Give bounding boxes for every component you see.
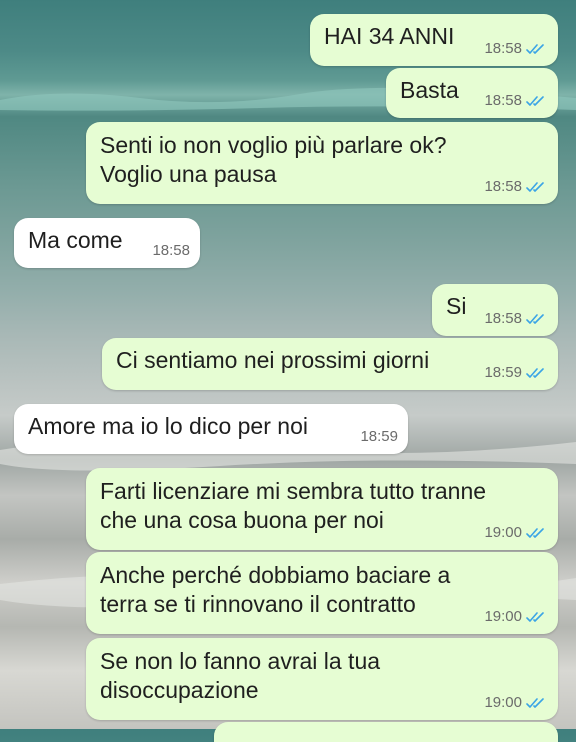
message-bubble-outgoing[interactable]: Se non lo fanno avrai la tua disoccupazi… <box>86 638 558 720</box>
message-bubble-outgoing-partial[interactable] <box>214 722 558 742</box>
message-meta: 19:00 <box>484 525 548 541</box>
message-text: Se non lo fanno avrai la tua disoccupazi… <box>100 647 380 705</box>
message-line: terra se ti rinnovano il contratto <box>100 591 416 617</box>
message-text: Basta <box>400 77 459 103</box>
message-time: 18:58 <box>484 310 522 327</box>
message-text: Amore ma io lo dico per noi <box>28 413 308 439</box>
read-ticks-icon <box>526 182 544 192</box>
message-bubble-incoming[interactable]: Amore ma io lo dico per noi 18:59 <box>14 404 408 454</box>
message-text: Anche perché dobbiamo baciare a terra se… <box>100 561 450 619</box>
message-text: Si <box>446 293 467 319</box>
message-meta: 18:59 <box>360 429 398 445</box>
message-bubble-outgoing[interactable]: HAI 34 ANNI 18:58 <box>310 14 558 66</box>
message-time: 18:59 <box>484 364 522 381</box>
message-meta: 19:00 <box>484 609 548 625</box>
message-time: 19:00 <box>484 608 522 625</box>
message-line: Voglio una pausa <box>100 161 277 187</box>
message-line: Anche perché dobbiamo baciare a <box>100 562 451 588</box>
message-meta: 19:00 <box>484 695 548 711</box>
message-bubble-outgoing[interactable]: Ci sentiamo nei prossimi giorni 18:59 <box>102 338 558 390</box>
message-text: Senti io non voglio più parlare ok? Vogl… <box>100 131 447 189</box>
message-text: HAI 34 ANNI <box>324 23 455 49</box>
message-meta: 18:58 <box>484 93 548 109</box>
message-line: che una cosa buona per noi <box>100 507 384 533</box>
message-time: 18:59 <box>360 428 398 445</box>
message-meta: 18:58 <box>484 311 548 327</box>
message-bubble-outgoing[interactable]: Farti licenziare mi sembra tutto tranne … <box>86 468 558 550</box>
message-line: disoccupazione <box>100 677 259 703</box>
chat-screen: { "colors": { "outgoing_bubble": "#e6fdd… <box>0 0 576 742</box>
message-line: Se non lo fanno avrai la tua <box>100 648 381 674</box>
message-meta: 18:59 <box>484 365 548 381</box>
message-bubble-outgoing[interactable]: Basta 18:58 <box>386 68 558 118</box>
message-time: 18:58 <box>484 92 522 109</box>
message-time: 19:00 <box>484 694 522 711</box>
message-line: Farti licenziare mi sembra tutto tranne <box>100 478 487 504</box>
message-line: Senti io non voglio più parlare ok? <box>100 132 447 158</box>
message-time: 18:58 <box>484 40 522 57</box>
message-bubble-incoming[interactable]: Ma come 18:58 <box>14 218 200 268</box>
message-time: 18:58 <box>152 242 190 259</box>
message-meta: 18:58 <box>484 41 548 57</box>
read-ticks-icon <box>526 698 544 708</box>
message-text: Farti licenziare mi sembra tutto tranne … <box>100 477 486 535</box>
message-bubble-outgoing[interactable]: Anche perché dobbiamo baciare a terra se… <box>86 552 558 634</box>
message-text: Ci sentiamo nei prossimi giorni <box>116 347 430 373</box>
message-time: 18:58 <box>484 178 522 195</box>
message-bubble-outgoing[interactable]: Si 18:58 <box>432 284 558 336</box>
message-bubble-outgoing[interactable]: Senti io non voglio più parlare ok? Vogl… <box>86 122 558 204</box>
read-ticks-icon <box>526 368 544 378</box>
read-ticks-icon <box>526 314 544 324</box>
read-ticks-icon <box>526 612 544 622</box>
message-time: 19:00 <box>484 524 522 541</box>
read-ticks-icon <box>526 528 544 538</box>
read-ticks-icon <box>526 96 544 106</box>
message-meta: 18:58 <box>152 243 190 259</box>
message-text: Ma come <box>28 227 123 253</box>
message-meta: 18:58 <box>484 179 548 195</box>
read-ticks-icon <box>526 44 544 54</box>
